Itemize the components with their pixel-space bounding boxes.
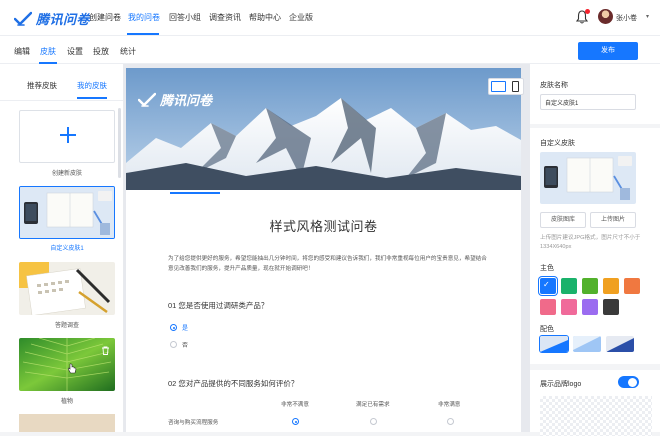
color-swatch-rose[interactable]: [561, 299, 577, 315]
skin-name-section: 皮肤名称 自定义皮肤1: [530, 64, 660, 124]
color-scheme-2[interactable]: [573, 336, 601, 352]
survey-title: 样式风格测试问卷: [269, 219, 378, 234]
tab-settings[interactable]: 设置: [67, 46, 83, 57]
desktop-icon[interactable]: [491, 81, 506, 92]
skin-card-custom-1[interactable]: [19, 186, 115, 239]
matrix-col-header: 满足已有需求: [356, 402, 390, 408]
color-swatch-purple[interactable]: [582, 299, 598, 315]
section-divider: [530, 364, 660, 370]
color-scheme-label: 配色: [540, 326, 554, 333]
q1-option-yes[interactable]: 是: [170, 323, 188, 332]
radio-icon[interactable]: [170, 341, 177, 348]
tab-skin[interactable]: 皮肤: [40, 46, 56, 57]
custom-skin-section: 自定义皮肤 皮肤图库 上传图片 上传图片建议JPG格式，图片尺寸不小于1334X…: [530, 128, 660, 436]
matrix-col-header: 非常满意: [438, 402, 461, 408]
user-name[interactable]: 张小卷: [616, 13, 637, 23]
brand-name: 腾讯问卷: [36, 12, 91, 27]
skin-gallery-button[interactable]: 皮肤图库: [540, 212, 586, 228]
theme-color-label: 主色: [540, 265, 554, 272]
chevron-down-icon[interactable]: ▾: [646, 13, 649, 20]
tab-edit[interactable]: 编辑: [14, 46, 30, 57]
nav-help-center[interactable]: 帮助中心: [249, 12, 281, 23]
skin-tab-indicator: [77, 97, 107, 99]
nav-active-indicator: [127, 33, 159, 35]
color-swatch-teal[interactable]: [561, 278, 577, 294]
create-skin-card[interactable]: [19, 110, 115, 163]
q1-option-no[interactable]: 否: [170, 340, 188, 349]
upload-hint: 上传图片建议JPG格式，图片尺寸不小于1334X640px: [540, 235, 641, 250]
brand-logo-icon: [138, 92, 156, 107]
color-swatch-pink[interactable]: [540, 299, 556, 315]
trash-icon[interactable]: [101, 342, 110, 355]
logo-upload-area[interactable]: [540, 396, 652, 436]
tab-my-skins[interactable]: 我的皮肤: [77, 80, 107, 91]
avatar[interactable]: [598, 9, 613, 24]
matrix-radio[interactable]: [447, 418, 454, 425]
brand-logo-toggle[interactable]: [618, 376, 639, 388]
publish-button[interactable]: 发布: [578, 42, 638, 60]
skin-label-custom-1: 自定义皮肤1: [50, 246, 84, 252]
option-label: 否: [182, 343, 189, 349]
color-swatch-orange[interactable]: [603, 278, 619, 294]
nav-create-survey[interactable]: 创建问卷: [89, 12, 121, 23]
color-swatch-coral[interactable]: [624, 278, 640, 294]
divider: [0, 100, 123, 101]
tab-statistics[interactable]: 统计: [120, 46, 136, 57]
skin-name-label: 皮肤名称: [540, 82, 568, 89]
color-swatch-black[interactable]: [603, 299, 619, 315]
mobile-icon[interactable]: [512, 81, 519, 92]
question-1-title: 01 您是否使用过调研类产品？: [168, 301, 269, 310]
progress-bar: [170, 192, 220, 194]
skin-preview-desk: [540, 152, 636, 204]
matrix-radio[interactable]: [370, 418, 377, 425]
mountain-background: [126, 68, 521, 190]
survey-preview-canvas: 腾讯问卷 样式风格测试问卷 为了给您提供更好的服务，希望您能抽出几分钟时间，将您…: [124, 64, 530, 432]
top-navigation-bar: 腾讯问卷 创建问卷 我的问卷 回答小组 调查资讯 帮助中心 企业版 张小卷 ▾: [0, 0, 660, 36]
matrix-row-label: 咨询与购买流程服务: [168, 420, 219, 426]
create-skin-label: 创建新皮肤: [51, 171, 82, 177]
device-preview-toggle[interactable]: [488, 78, 524, 95]
tab-distribute[interactable]: 投放: [93, 46, 109, 57]
tab-recommended-skins[interactable]: 推荐皮肤: [27, 80, 57, 91]
brand-logo-icon: [14, 11, 32, 26]
skin-card-plant[interactable]: [19, 338, 115, 391]
notification-dot: [585, 9, 590, 14]
color-swatch-green[interactable]: [582, 278, 598, 294]
matrix-radio[interactable]: [292, 418, 299, 425]
skin-name-input[interactable]: 自定义皮肤1: [540, 94, 636, 110]
skin-card-survey[interactable]: [19, 262, 115, 315]
matrix-col-header: 非常不满意: [281, 402, 309, 408]
option-label: 是: [182, 326, 189, 332]
nav-my-surveys[interactable]: 我的问卷: [128, 12, 160, 23]
hand-cursor-icon: [67, 362, 77, 374]
survey-preview: 腾讯问卷 样式风格测试问卷 为了给您提供更好的服务，希望您能抽出几分钟时间，将您…: [126, 68, 521, 432]
skin-thumbnail-desk: [20, 187, 114, 238]
plus-icon: [60, 127, 76, 143]
color-scheme-3[interactable]: [606, 336, 634, 352]
skin-card-next[interactable]: [19, 414, 115, 432]
survey-brand-logo: 腾讯问卷: [138, 90, 212, 109]
skin-thumbnail-planner: [19, 262, 115, 315]
survey-intro: 为了给您提供更好的服务，希望您能抽出几分钟时间，将您的感受和建议告诉我们，我们非…: [168, 256, 487, 272]
custom-skin-preview: [540, 152, 636, 204]
brand-logo[interactable]: 腾讯问卷: [14, 9, 90, 28]
color-swatch-blue[interactable]: ✓: [540, 278, 556, 294]
nav-answer-group[interactable]: 回答小组: [169, 12, 201, 23]
custom-skin-label: 自定义皮肤: [540, 140, 575, 147]
color-scheme-1[interactable]: [540, 336, 568, 352]
radio-icon[interactable]: [170, 324, 177, 331]
nav-enterprise[interactable]: 企业版: [289, 12, 313, 23]
question-2-title: 02 您对产品提供的不同服务如何评价？: [168, 379, 299, 388]
skin-settings-panel: 皮肤名称 自定义皮肤1 自定义皮肤 皮肤图库 上传图片 上传图片建议JPG格式，…: [530, 64, 660, 436]
nav-survey-news[interactable]: 调查资讯: [209, 12, 241, 23]
skin-label-plant: 植物: [60, 399, 73, 405]
survey-header-image: 腾讯问卷: [126, 68, 521, 190]
brand-logo-label: 展示品牌logo: [540, 381, 582, 388]
skin-label-survey: 答题调查: [54, 323, 79, 329]
skin-list-panel: 推荐皮肤 我的皮肤 创建新皮肤 自定义皮肤1 答题调查 植物: [0, 64, 124, 432]
upload-image-button[interactable]: 上传图片: [590, 212, 636, 228]
check-icon: ✓: [543, 280, 550, 289]
survey-brand-name: 腾讯问卷: [160, 93, 213, 108]
